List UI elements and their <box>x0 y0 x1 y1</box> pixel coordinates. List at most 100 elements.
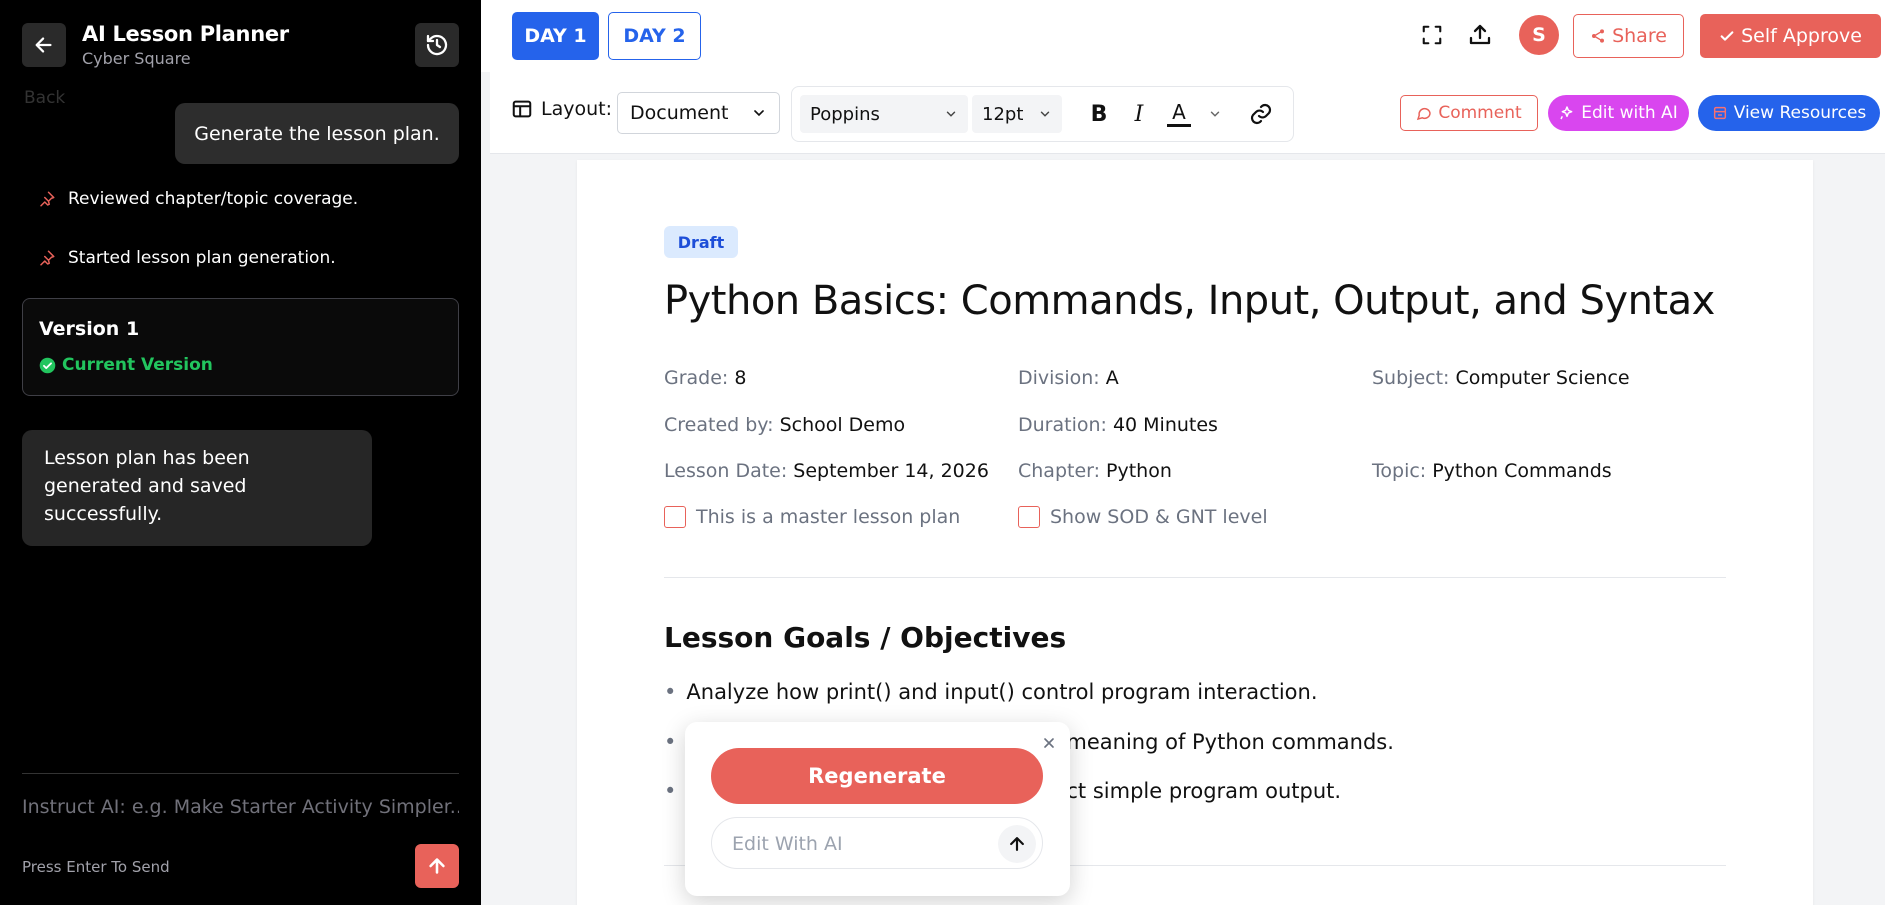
app-title: AI Lesson Planner <box>82 22 289 46</box>
comment-label: Comment <box>1438 103 1522 123</box>
meta-duration: Duration: 40 Minutes <box>1018 414 1218 436</box>
check-icon <box>1720 31 1734 41</box>
text-color-button[interactable]: A <box>1162 97 1196 131</box>
avatar[interactable]: S <box>1519 15 1559 55</box>
version-status: Current Version <box>39 355 213 375</box>
link-icon <box>1250 103 1272 125</box>
chat-sidebar: AI Lesson Planner Cyber Square Back Gene… <box>0 0 481 905</box>
chevron-down-icon <box>754 110 764 117</box>
step-label: Reviewed chapter/topic coverage. <box>68 189 359 209</box>
layout-select[interactable]: Document <box>617 92 780 134</box>
app-subtitle: Cyber Square <box>82 49 191 68</box>
checkbox-label: This is a master lesson plan <box>696 506 961 528</box>
close-button[interactable] <box>1038 732 1060 754</box>
share-label: Share <box>1612 25 1667 47</box>
arrow-left-icon <box>35 37 52 53</box>
top-bar: DAY 1 DAY 2 S Share Self Approve <box>481 0 1885 72</box>
font-size-select[interactable]: 12pt <box>972 95 1062 133</box>
instruct-ai-input[interactable] <box>22 790 459 824</box>
upload-icon <box>1469 24 1491 45</box>
tab-day-1[interactable]: DAY 1 <box>512 12 599 60</box>
resources-icon <box>1713 106 1726 120</box>
page-title[interactable]: Python Basics: Commands, Input, Output, … <box>664 278 1715 324</box>
meta-topic: Topic: Python Commands <box>1372 460 1612 482</box>
meta-value: Computer Science <box>1455 367 1630 389</box>
section-title: Lesson Goals / Objectives <box>664 621 1067 654</box>
font-family-value: Poppins <box>810 103 880 125</box>
pin-icon <box>40 250 55 266</box>
text-color-label: A <box>1172 99 1186 124</box>
history-icon <box>426 34 448 56</box>
meta-chapter: Chapter: Python <box>1018 460 1172 482</box>
back-button[interactable] <box>22 23 66 67</box>
divider <box>22 773 459 774</box>
edit-with-ai-label: Edit with AI <box>1581 103 1678 123</box>
check-circle-icon <box>39 357 56 373</box>
layout-label: Layout: <box>511 98 612 120</box>
comment-button[interactable]: Comment <box>1400 95 1538 131</box>
meta-value: School Demo <box>779 414 906 436</box>
meta-created-by: Created by: School Demo <box>664 414 905 436</box>
italic-button[interactable]: I <box>1122 97 1156 131</box>
meta-value: 40 Minutes <box>1112 414 1218 436</box>
link-button[interactable] <box>1244 97 1278 131</box>
version-status-label: Current Version <box>62 355 213 375</box>
regenerate-button[interactable]: Regenerate <box>711 748 1043 804</box>
share-icon <box>1592 29 1605 43</box>
send-button[interactable] <box>415 844 459 888</box>
meta-key: Chapter: <box>1018 460 1101 482</box>
checkbox-box[interactable] <box>664 506 686 528</box>
version-card[interactable]: Version 1 Current Version <box>22 298 459 396</box>
upload-button[interactable] <box>1465 20 1495 50</box>
fullscreen-icon <box>1422 25 1442 45</box>
edit-with-ai-button[interactable]: Edit with AI <box>1548 95 1689 131</box>
sparkle-icon <box>1560 106 1573 120</box>
checkbox-label: Show SOD & GNT level <box>1050 506 1268 528</box>
meta-grade: Grade: 8 <box>664 367 746 389</box>
ai-message-bubble: Lesson plan has been generated and saved… <box>22 430 372 546</box>
meta-lesson-date: Lesson Date: September 14, 2026 <box>664 460 989 482</box>
back-tooltip: Back <box>24 88 66 108</box>
fullscreen-button[interactable] <box>1417 20 1447 50</box>
editor-toolbar: Layout: Document Poppins 12pt B I A Comm… <box>490 72 1885 154</box>
edit-with-ai-input[interactable] <box>732 830 982 858</box>
pin-icon <box>40 191 55 207</box>
self-approve-label: Self Approve <box>1741 25 1862 47</box>
bold-button[interactable]: B <box>1082 97 1116 131</box>
meta-value: A <box>1105 367 1119 389</box>
meta-value: September 14, 2026 <box>793 460 989 482</box>
meta-key: Grade: <box>664 367 729 389</box>
meta-key: Lesson Date: <box>664 460 788 482</box>
edit-with-ai-field <box>711 817 1043 869</box>
divider <box>664 577 1726 578</box>
bullet-icon: • <box>664 680 677 704</box>
goal-text: ct simple program output. <box>1066 779 1342 803</box>
arrow-up-icon <box>1010 837 1024 851</box>
history-button[interactable] <box>415 23 459 67</box>
popup-send-button[interactable] <box>998 825 1036 863</box>
tab-day-2[interactable]: DAY 2 <box>608 12 701 60</box>
text-color-dropdown[interactable] <box>1198 97 1232 131</box>
bullet-icon: • <box>664 779 677 803</box>
share-button[interactable]: Share <box>1573 14 1684 58</box>
meta-key: Duration: <box>1018 414 1107 436</box>
view-resources-label: View Resources <box>1733 103 1867 123</box>
meta-value: 8 <box>734 367 747 389</box>
progress-step: Started lesson plan generation. <box>38 248 336 268</box>
show-sod-checkbox[interactable]: Show SOD & GNT level <box>1018 506 1268 528</box>
checkbox-box[interactable] <box>1018 506 1040 528</box>
self-approve-button[interactable]: Self Approve <box>1700 14 1881 58</box>
meta-key: Subject: <box>1372 367 1450 389</box>
arrow-up-icon <box>429 858 445 874</box>
goal-text: Analyze how print() and input() control … <box>686 680 1318 704</box>
view-resources-button[interactable]: View Resources <box>1698 95 1880 131</box>
master-lesson-checkbox[interactable]: This is a master lesson plan <box>664 506 960 528</box>
chevron-down-icon <box>1210 111 1220 117</box>
chevron-down-icon <box>946 111 956 117</box>
step-label: Started lesson plan generation. <box>68 248 336 268</box>
layout-icon <box>512 100 532 118</box>
layout-label-text: Layout: <box>541 98 612 120</box>
font-family-select[interactable]: Poppins <box>800 95 968 133</box>
list-item: • Analyze how print() and input() control… <box>664 680 1318 704</box>
layout-select-value: Document <box>630 102 729 124</box>
